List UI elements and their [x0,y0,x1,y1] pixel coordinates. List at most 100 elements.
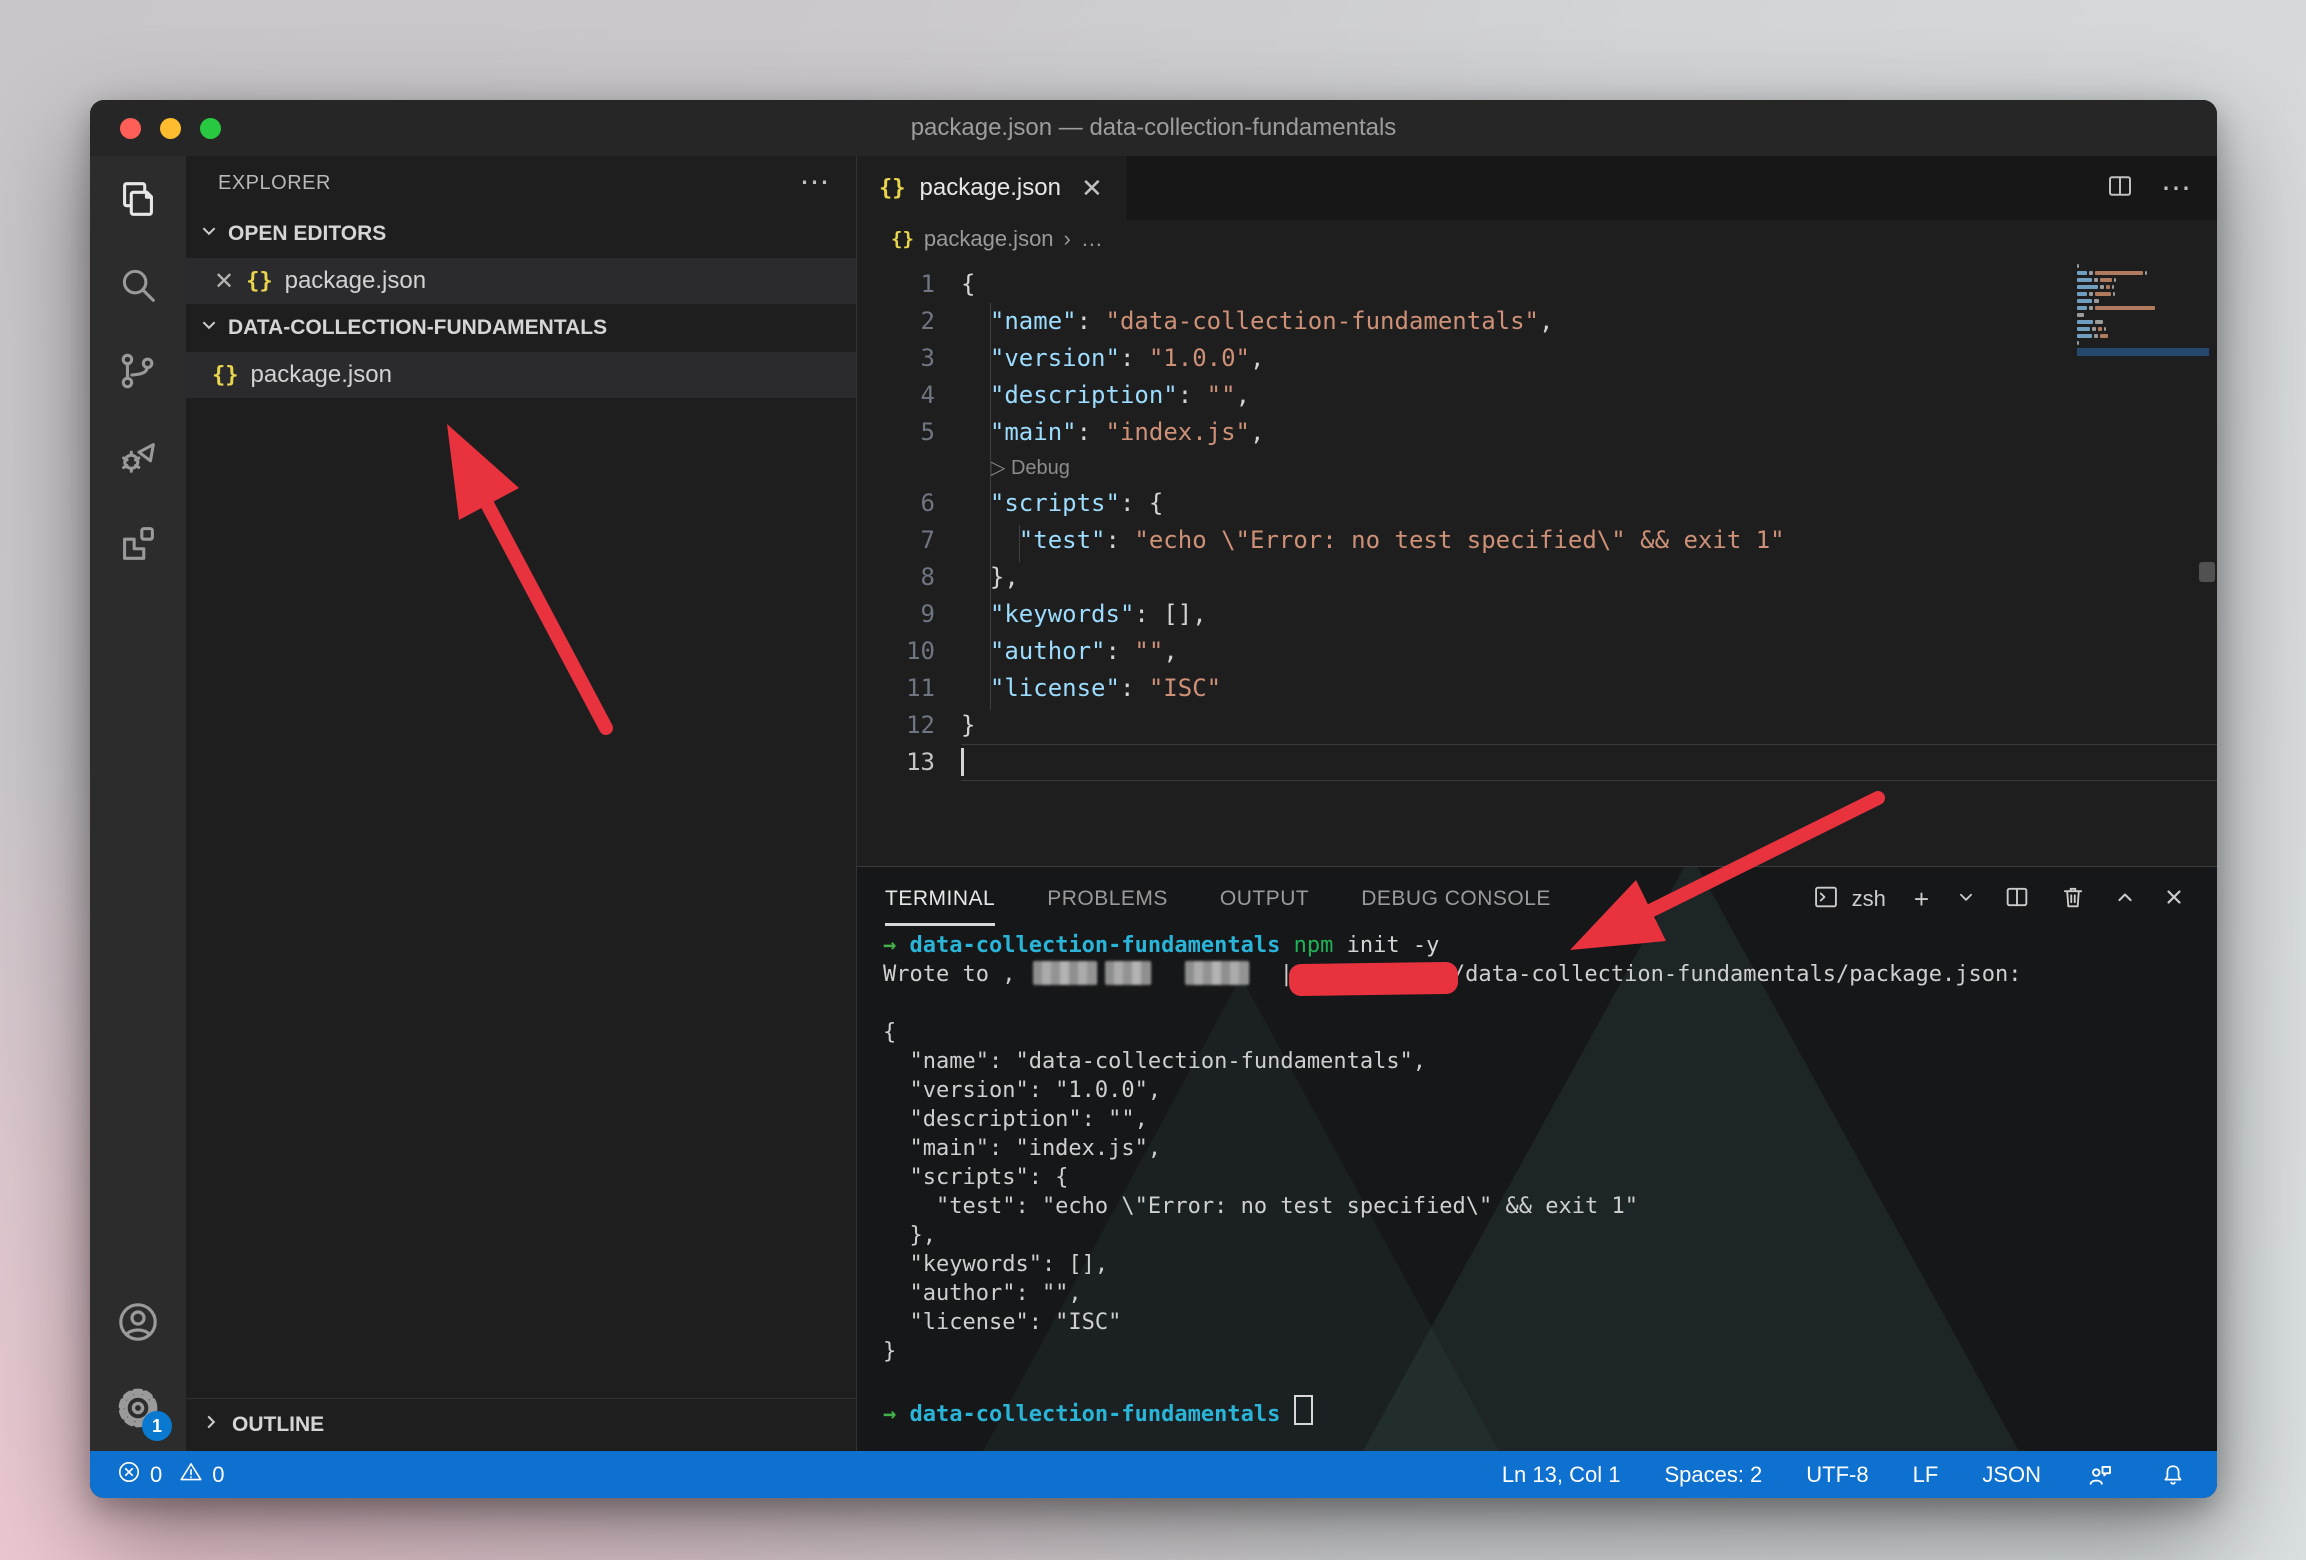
explorer-more-actions-icon[interactable]: ⋯ [800,178,831,188]
minimap-line [2077,313,2209,319]
editor-more-actions-icon[interactable]: ⋯ [2161,171,2191,206]
chevron-down-icon [200,316,218,340]
code-line-7: 7 "test": "echo \"Error: no test specifi… [857,522,2217,559]
minimap-line [2077,327,2209,333]
new-terminal-icon[interactable]: + [1914,884,1929,915]
panel-tab-problems[interactable]: PROBLEMS [1047,873,1168,926]
code-line-2: 2 "name": "data-collection-fundamentals"… [857,303,2217,340]
line-number: 11 [857,670,961,707]
json-file-icon: {} [879,176,906,201]
outline-label: OUTLINE [232,1413,324,1437]
open-editor-filename: package.json [285,267,426,295]
minimap-line [2077,348,2209,356]
account-icon[interactable] [90,1279,186,1365]
terminal-line: "version": "1.0.0", [883,1076,2207,1105]
folder-section-header[interactable]: DATA-COLLECTION-FUNDAMENTALS [186,304,856,352]
terminal-line: "test": "echo \"Error: no test specified… [883,1192,2207,1221]
source-control-icon[interactable] [90,328,186,414]
error-icon [116,1459,142,1491]
activity-bar: 1 [90,156,186,1451]
code-line-10: 10 "author": "", [857,633,2217,670]
code-line-12: 12} [857,707,2217,744]
terminal-shell-icon[interactable] [1812,883,1840,916]
close-panel-icon[interactable] [2163,886,2185,913]
codelens-debug[interactable]: ▷ Debug [857,451,2217,485]
terminal-line: { [883,1018,2207,1047]
explorer-sidebar: EXPLORER ⋯ OPEN EDITORS ✕ {} package.jso… [186,156,857,1451]
terminal-cursor [1294,1395,1313,1425]
terminal-line: }, [883,1221,2207,1250]
kill-terminal-trash-icon[interactable] [2059,883,2087,916]
panel-tab-output[interactable]: OUTPUT [1220,873,1309,926]
panel-controls: zsh + [1812,883,2217,916]
language-mode-status[interactable]: JSON [1982,1462,2041,1488]
terminal-line: → data-collection-fundamentals npm init … [883,931,2207,960]
code-editor[interactable]: 1{2 "name": "data-collection-fundamental… [857,258,2217,874]
editor-scrollbar-handle[interactable] [2199,562,2215,582]
terminal-output[interactable]: → data-collection-fundamentals npm init … [883,931,2207,1451]
error-count: 0 [150,1462,162,1488]
panel-tab-terminal[interactable]: TERMINAL [885,873,995,926]
terminal-line: "name": "data-collection-fundamentals", [883,1047,2207,1076]
indentation-status[interactable]: Spaces: 2 [1664,1462,1762,1488]
open-editor-item-package-json[interactable]: ✕ {} package.json [186,258,856,304]
settings-gear-icon[interactable]: 1 [90,1365,186,1451]
editor-group: {} package.json ✕ ⋯ {} package.json › … … [857,156,2217,1451]
search-icon[interactable] [90,242,186,328]
minimap[interactable] [2077,264,2209,357]
tab-label: package.json [920,174,1061,202]
open-editors-section[interactable]: OPEN EDITORS [186,210,856,258]
json-file-icon: {} [246,269,273,294]
notifications-bell-icon[interactable] [2159,1461,2187,1489]
feedback-icon[interactable] [2085,1460,2115,1490]
line-number: 8 [857,559,961,596]
breadcrumb-file[interactable]: package.json [924,226,1054,252]
panel-tab-debug-console[interactable]: DEBUG CONSOLE [1361,873,1551,926]
terminal-line: → data-collection-fundamentals [883,1395,2207,1424]
terminal-line: Wrote to , |/1Playground/data-collection… [883,960,2207,989]
shell-name[interactable]: zsh [1852,886,1886,912]
extensions-icon[interactable] [90,500,186,586]
split-terminal-icon[interactable] [2003,883,2031,916]
minimap-line [2077,299,2209,305]
maximize-panel-chevron-icon[interactable] [2115,887,2135,912]
folder-name-label: DATA-COLLECTION-FUNDAMENTALS [228,316,607,340]
settings-badge: 1 [142,1411,172,1441]
tab-close-icon[interactable]: ✕ [1081,173,1103,204]
minimap-line [2077,271,2209,277]
code-line-6: 6 "scripts": { [857,485,2217,522]
code-line-13: 13 [857,744,2217,781]
run-debug-icon[interactable] [90,414,186,500]
terminal-dropdown-chevron-icon[interactable] [1957,888,1975,911]
explorer-icon[interactable] [90,156,186,242]
breadcrumb-ellipsis[interactable]: … [1081,226,1103,252]
tree-item-package-json[interactable]: {} package.json [186,352,856,398]
code-line-1: 1{ [857,266,2217,303]
title-bar[interactable]: package.json — data-collection-fundament… [90,100,2217,156]
minimap-line [2077,334,2209,340]
redacted-path: /1Playground [1293,960,1452,989]
json-file-icon: {} [891,228,914,250]
outline-section[interactable]: OUTLINE [186,1398,856,1451]
tab-package-json[interactable]: {} package.json ✕ [857,156,1126,220]
encoding-status[interactable]: UTF-8 [1806,1462,1868,1488]
terminal-line [883,1366,2207,1395]
terminal-panel: TERMINAL PROBLEMS OUTPUT DEBUG CONSOLE zsh … [857,866,2217,1451]
minimap-line [2077,306,2209,312]
code-line-3: 3 "version": "1.0.0", [857,340,2217,377]
eol-status[interactable]: LF [1913,1462,1939,1488]
terminal-line: "scripts": { [883,1163,2207,1192]
code-line-9: 9 "keywords": [], [857,596,2217,633]
minimap-line [2077,264,2209,270]
code-line-5: 5 "main": "index.js", [857,414,2217,451]
problems-status[interactable]: 0 0 [116,1459,225,1491]
close-editor-icon[interactable]: ✕ [214,267,234,296]
breadcrumb[interactable]: {} package.json › … [857,220,2217,258]
cursor-position-status[interactable]: Ln 13, Col 1 [1502,1462,1621,1488]
terminal-line: "keywords": [], [883,1250,2207,1279]
warning-count: 0 [212,1462,224,1488]
code-line-8: 8 }, [857,559,2217,596]
code-line-4: 4 "description": "", [857,377,2217,414]
split-editor-icon[interactable] [2105,171,2135,206]
minimap-line [2077,278,2209,284]
